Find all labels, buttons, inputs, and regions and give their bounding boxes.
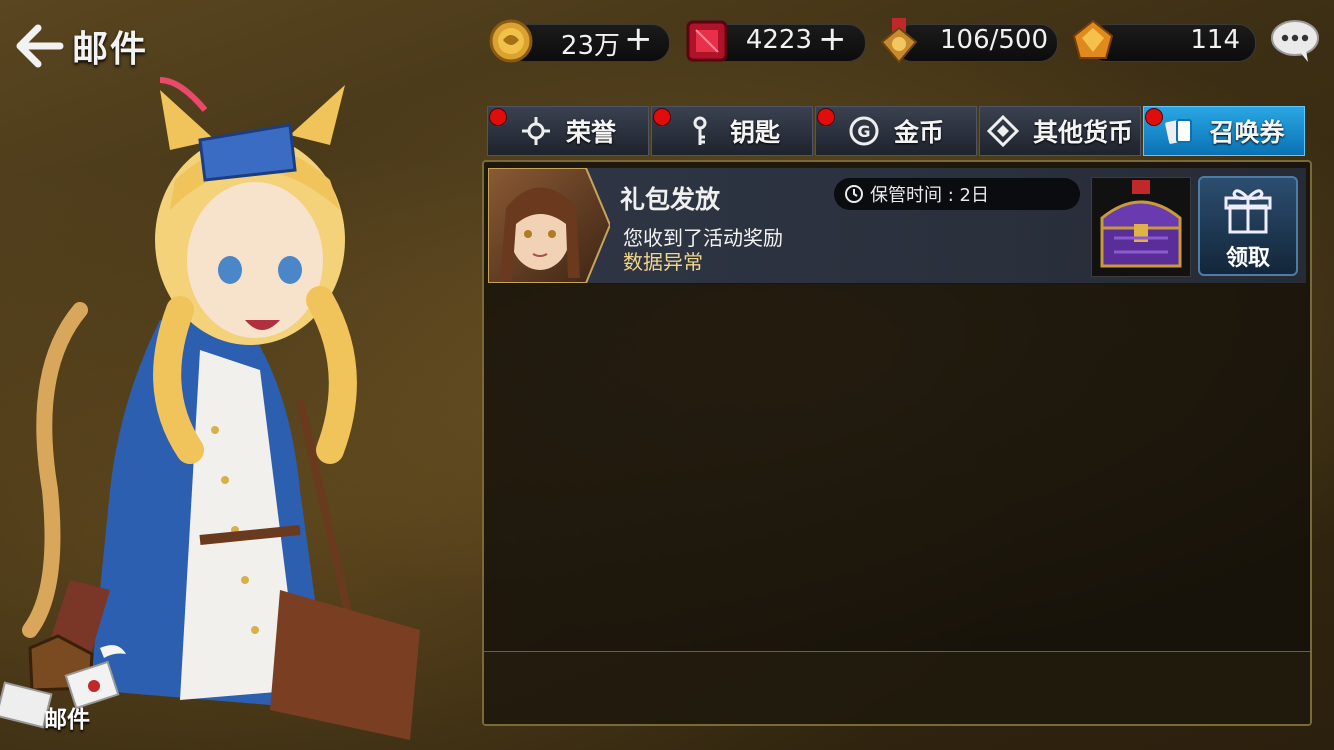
coin-icon	[489, 19, 533, 63]
keep-time-text: 保管时间 : 2日	[870, 185, 989, 206]
mail-title: 礼包发放	[620, 185, 721, 214]
currency-value: 114	[1190, 25, 1240, 55]
tab-gold[interactable]: G 金币	[815, 106, 977, 156]
tab-label: 召唤券	[1209, 118, 1285, 147]
treasure-chest-icon	[1100, 180, 1182, 268]
claim-button[interactable]: 领取	[1198, 176, 1298, 276]
page-title: 邮件	[72, 29, 149, 70]
chat-bubble-icon[interactable]	[1270, 18, 1320, 64]
currency-medal: 106/500	[876, 18, 1058, 64]
reward-item-slot	[1091, 177, 1191, 277]
currency-coin: 23万 +	[488, 19, 670, 63]
keep-time-badge: 保管时间 : 2日	[834, 178, 1080, 210]
tab-other-currency[interactable]: 其他货币	[979, 106, 1141, 156]
mail-category-tabs: 荣誉 钥匙 G 金币 其他货币 召唤券	[487, 106, 1307, 156]
currency-value: 23万	[560, 31, 620, 61]
svg-text:G: G	[857, 122, 870, 141]
currency-value: 4223	[745, 25, 812, 55]
key-icon	[693, 116, 707, 145]
notification-dot	[653, 108, 671, 126]
gift-box-icon	[1224, 189, 1272, 234]
back-button[interactable]: 邮件	[16, 20, 148, 72]
panel-footer	[484, 651, 1310, 724]
mailbox-label: 邮件	[44, 707, 90, 733]
ruby-gem-icon	[686, 20, 728, 62]
summon-ticket-icon	[1165, 119, 1193, 144]
notification-dot	[817, 108, 835, 126]
currency-gem: 4223 +	[684, 19, 866, 62]
mail-note: 数据异常	[623, 250, 703, 274]
claim-label: 领取	[1225, 246, 1270, 271]
add-coin-button[interactable]: +	[624, 19, 653, 59]
honor-icon	[521, 117, 550, 145]
gold-coin-icon: G	[849, 116, 879, 146]
currency-value: 106/500	[939, 25, 1048, 55]
other-currency-icon	[986, 115, 1019, 147]
tab-label: 其他货币	[1032, 118, 1133, 147]
tab-label: 钥匙	[729, 118, 780, 147]
tab-label: 荣誉	[565, 118, 616, 147]
amber-crystal-icon	[1072, 19, 1114, 59]
clock-icon	[845, 185, 863, 203]
tab-summon-ticket[interactable]: 召唤券	[1143, 106, 1305, 156]
currency-amber: 114	[1070, 19, 1256, 62]
back-arrow-icon	[16, 24, 64, 68]
tab-key[interactable]: 钥匙	[651, 106, 813, 156]
notification-dot	[1145, 108, 1163, 126]
tab-honor[interactable]: 荣誉	[487, 106, 649, 156]
notification-dot	[489, 108, 507, 126]
tab-label: 金币	[893, 118, 944, 147]
sender-portrait	[488, 168, 610, 283]
add-gem-button[interactable]: +	[818, 19, 847, 59]
mail-item[interactable]: 礼包发放 您收到了活动奖励 数据异常 保管时间 : 2日 领取	[488, 168, 1306, 284]
medal-icon	[880, 18, 918, 64]
